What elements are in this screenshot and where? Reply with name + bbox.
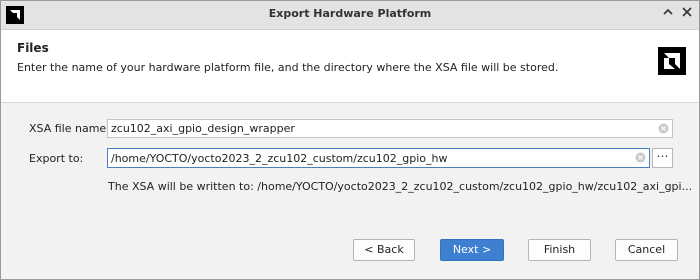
browse-button[interactable]: ⋯ xyxy=(652,148,673,168)
next-button[interactable]: Next > xyxy=(440,239,504,261)
title-bar: Export Hardware Platform xyxy=(1,1,699,30)
chevron-up-icon[interactable] xyxy=(660,6,676,22)
window-title: Export Hardware Platform xyxy=(268,7,432,20)
cancel-button[interactable]: Cancel xyxy=(615,239,678,261)
close-icon[interactable] xyxy=(679,6,695,22)
finish-button[interactable]: Finish xyxy=(528,239,591,261)
xsa-file-name-label: XSA file name: xyxy=(29,122,110,135)
amd-logo-icon xyxy=(658,47,686,75)
wizard-header: Files Enter the name of your hardware pl… xyxy=(1,30,699,103)
xsa-file-name-input[interactable] xyxy=(111,120,653,137)
page-title: Files xyxy=(17,41,49,55)
page-description: Enter the name of your hardware platform… xyxy=(17,61,559,74)
export-to-label: Export to: xyxy=(29,152,84,165)
export-to-field[interactable] xyxy=(107,148,650,168)
output-path-info: The XSA will be written to: /home/YOCTO/… xyxy=(108,180,693,193)
export-to-input[interactable] xyxy=(111,149,630,167)
clear-icon[interactable] xyxy=(635,152,646,163)
export-hardware-dialog: Export Hardware Platform Files Enter the… xyxy=(0,0,700,280)
back-button[interactable]: < Back xyxy=(353,239,415,261)
clear-icon[interactable] xyxy=(658,123,669,134)
xsa-file-name-field[interactable] xyxy=(107,119,673,138)
